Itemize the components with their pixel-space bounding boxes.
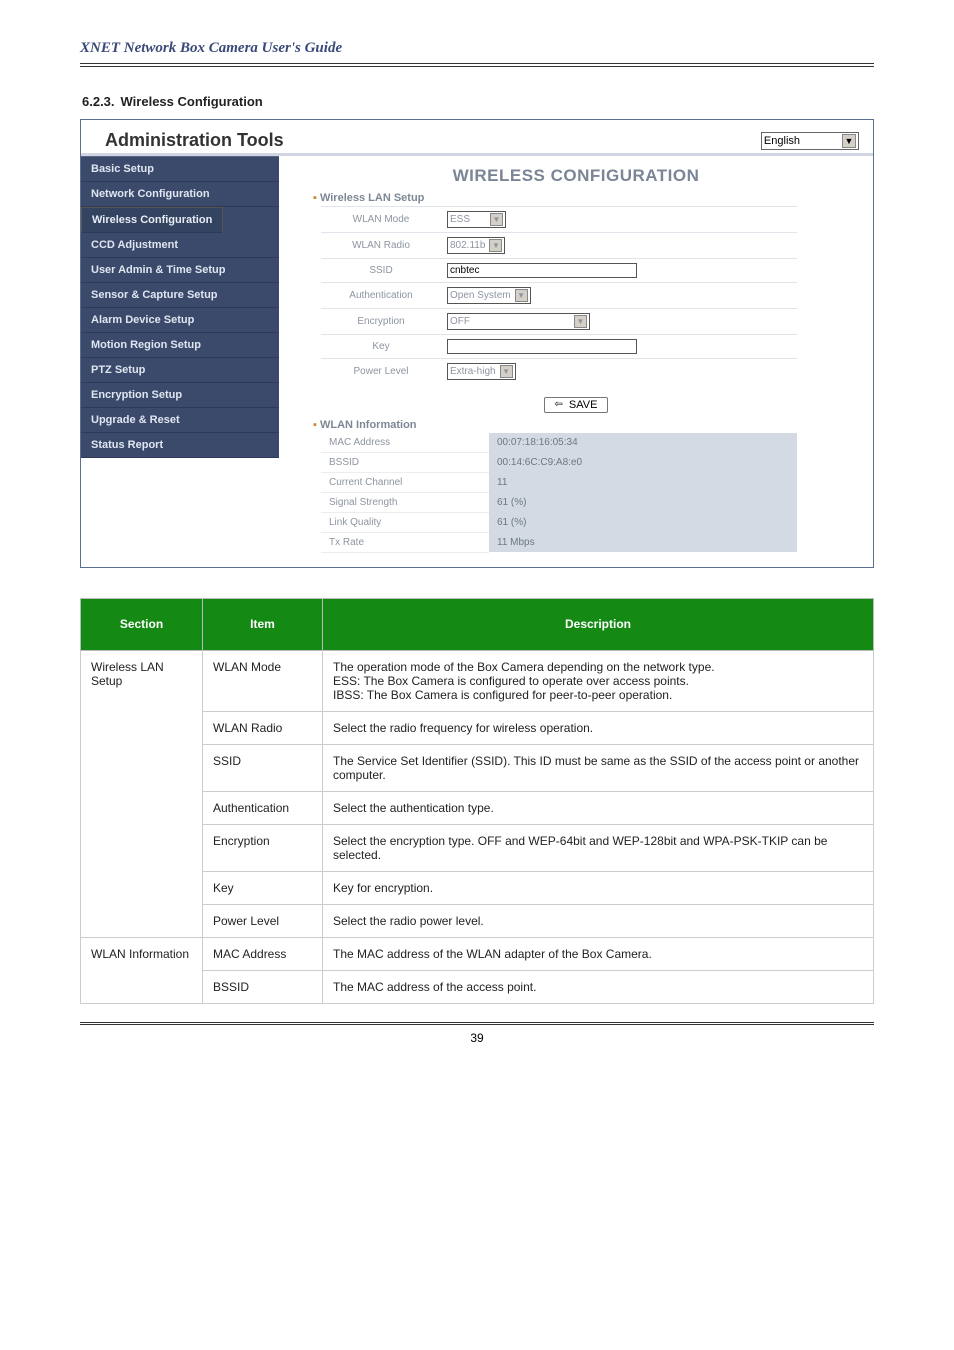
key-input[interactable] [447,339,637,354]
sidebar-item-wireless-config[interactable]: Wireless Configuration [81,207,223,233]
desc-enc: Select the encryption type. OFF and WEP-… [323,824,874,871]
doc-title: XNET Network Box Camera User's Guide [80,40,874,57]
main-title: WIRELESS CONFIGURATION [285,166,867,186]
desc-wlan-mode: The operation mode of the Box Camera dep… [323,650,874,711]
pwr-label: Power Level [321,359,441,385]
desc-auth: Select the authentication type. [323,791,874,824]
chevron-down-icon: ▼ [574,315,587,328]
desc-key: Key for encryption. [323,871,874,904]
item-ssid: SSID [203,744,323,791]
sidebar-item-sensor-capture[interactable]: Sensor & Capture Setup [81,283,279,308]
sec-wlan-info: WLAN Information [81,937,203,1003]
chevron-down-icon: ▼ [515,289,528,302]
col-description: Description [323,598,874,650]
wlan-mode-select[interactable]: ESS▼ [447,211,506,228]
wlan-setup-table: WLAN Mode ESS▼ WLAN Radio 802.11b▼ SSID … [321,206,797,384]
key-label: Key [321,335,441,359]
sidebar-item-user-admin[interactable]: User Admin & Time Setup [81,258,279,283]
sidebar-item-encryption-setup[interactable]: Encryption Setup [81,383,279,408]
wlan-radio-select[interactable]: 802.11b▼ [447,237,505,254]
wlan-radio-label: WLAN Radio [321,233,441,259]
mac-value: 00:07:18:16:05:34 [489,433,797,453]
main-panel: WIRELESS CONFIGURATION Wireless LAN Setu… [279,156,873,567]
col-item: Item [203,598,323,650]
sidebar-nav: Basic Setup Network Configuration Wirele… [81,156,279,458]
desc-ssid: The Service Set Identifier (SSID). This … [323,744,874,791]
item-enc: Encryption [203,824,323,871]
item-mac: MAC Address [203,937,323,970]
section-number: 6.2.3. [82,94,115,109]
admin-tools-screenshot: Administration Tools English ▼ Basic Set… [80,119,874,568]
ssid-input[interactable] [447,263,637,278]
item-bssid: BSSID [203,970,323,1003]
chevron-down-icon: ▼ [490,213,503,226]
sidebar-item-ccd-adjustment[interactable]: CCD Adjustment [81,233,279,258]
enc-select[interactable]: OFF▼ [447,313,590,330]
desc-wlan-radio: Select the radio frequency for wireless … [323,711,874,744]
item-pwr: Power Level [203,904,323,937]
enc-label: Encryption [321,309,441,335]
wlan-mode-label: WLAN Mode [321,207,441,233]
arrow-icon: ⇦ [555,399,563,410]
desc-bssid: The MAC address of the access point. [323,970,874,1003]
chevron-down-icon: ▼ [500,365,513,378]
auth-select[interactable]: Open System▼ [447,287,531,304]
admin-tools-title: Administration Tools [105,130,284,151]
auth-label: Authentication [321,283,441,309]
sidebar-item-status-report[interactable]: Status Report [81,433,279,458]
wlan-info-table: MAC Address00:07:18:16:05:34 BSSID00:14:… [321,433,797,553]
sidebar-item-network-config[interactable]: Network Configuration [81,182,279,207]
ch-label: Current Channel [321,472,489,492]
save-button[interactable]: ⇦SAVE [544,397,609,413]
tx-label: Tx Rate [321,532,489,552]
page-number: 39 [80,1025,874,1049]
tx-value: 11 Mbps [489,532,797,552]
language-select[interactable]: English ▼ [761,132,859,150]
bssid-value: 00:14:6C:C9:A8:e0 [489,452,797,472]
group-wlan-setup: Wireless LAN Setup [313,192,867,204]
item-auth: Authentication [203,791,323,824]
item-wlan-radio: WLAN Radio [203,711,323,744]
bssid-label: BSSID [321,452,489,472]
sec-wlan-setup: Wireless LAN Setup [81,650,203,937]
ssid-label: SSID [321,259,441,283]
lq-value: 61 (%) [489,512,797,532]
sig-label: Signal Strength [321,492,489,512]
section-heading: 6.2.3. Wireless Configuration [80,93,874,113]
sidebar-item-motion-region[interactable]: Motion Region Setup [81,333,279,358]
divider-top [80,63,874,67]
group-wlan-info: WLAN Information [313,419,867,431]
item-wlan-mode: WLAN Mode [203,650,323,711]
pwr-select[interactable]: Extra-high▼ [447,363,516,380]
language-value: English [764,135,800,147]
desc-pwr: Select the radio power level. [323,904,874,937]
description-table: Section Item Description Wireless LAN Se… [80,598,874,1004]
section-title: Wireless Configuration [121,94,263,109]
mac-label: MAC Address [321,433,489,453]
sidebar-item-upgrade-reset[interactable]: Upgrade & Reset [81,408,279,433]
sidebar-item-alarm-device[interactable]: Alarm Device Setup [81,308,279,333]
sig-value: 61 (%) [489,492,797,512]
sidebar-item-ptz-setup[interactable]: PTZ Setup [81,358,279,383]
item-key: Key [203,871,323,904]
desc-mac: The MAC address of the WLAN adapter of t… [323,937,874,970]
lq-label: Link Quality [321,512,489,532]
col-section: Section [81,598,203,650]
chevron-down-icon: ▼ [842,134,856,148]
sidebar-item-basic-setup[interactable]: Basic Setup [81,156,279,182]
ch-value: 11 [489,472,797,492]
chevron-down-icon: ▼ [489,239,502,252]
